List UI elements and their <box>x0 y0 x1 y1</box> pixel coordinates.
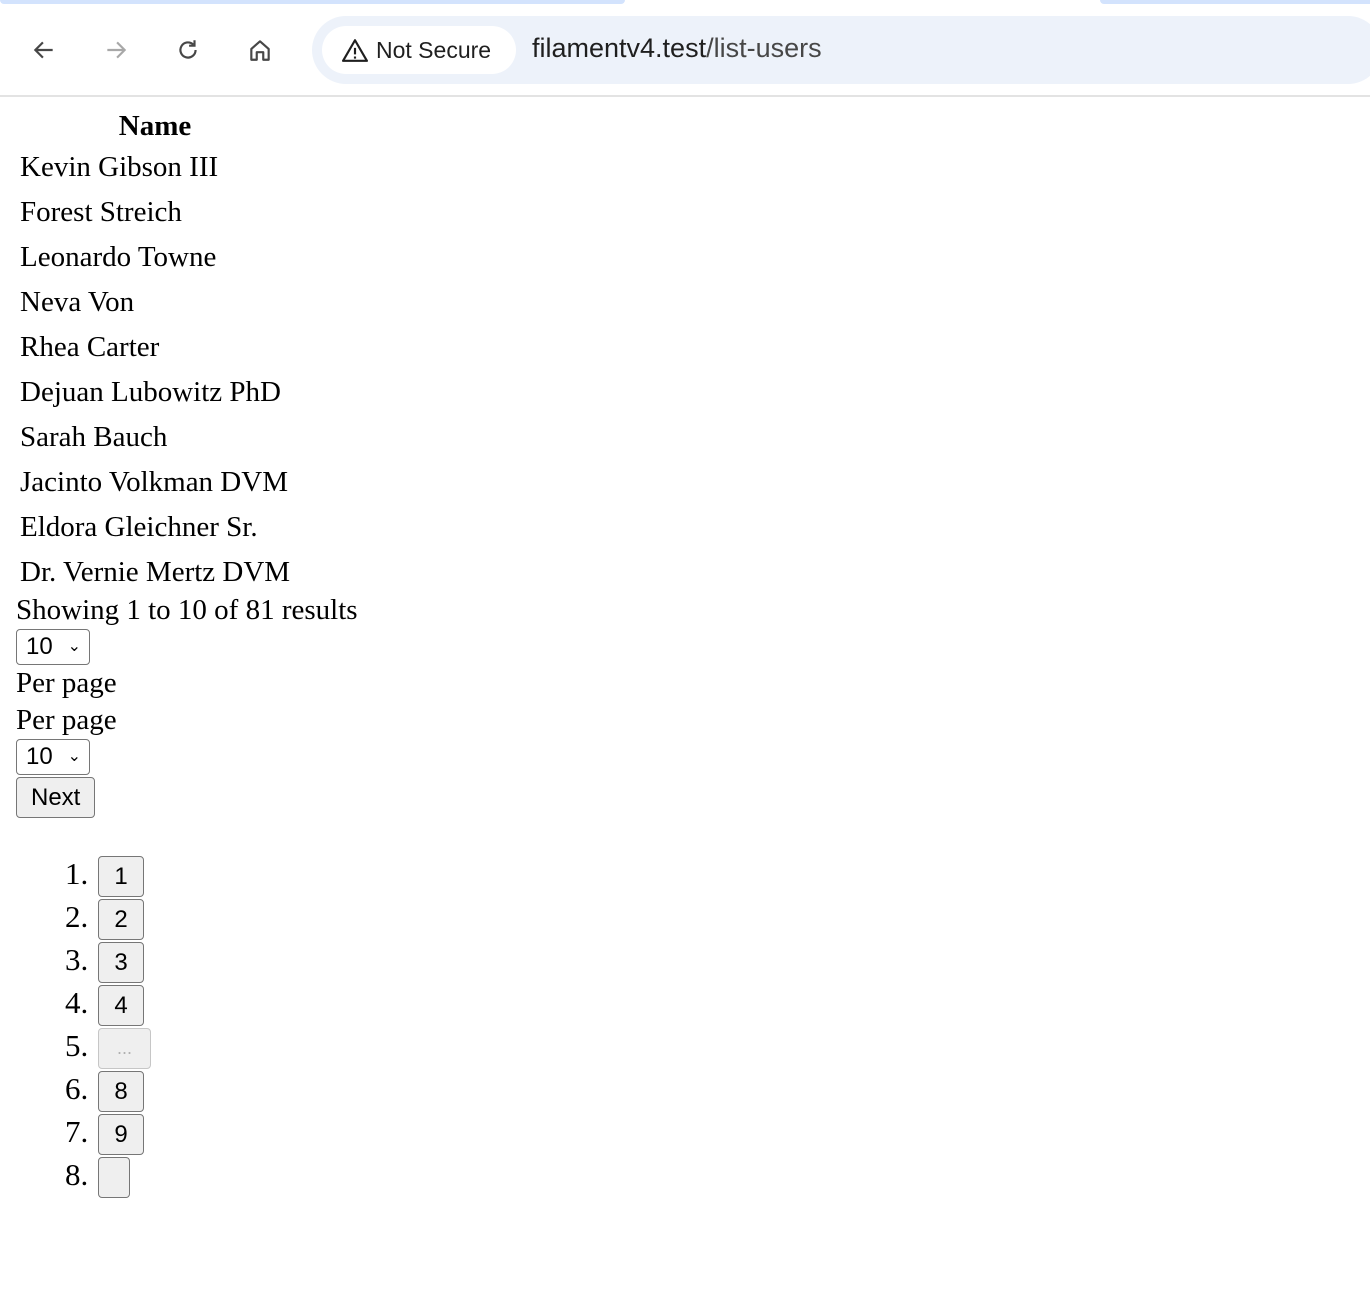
user-name: Jacinto Volkman DVM <box>20 466 288 498</box>
results-summary: Showing 1 to 10 of 81 results <box>16 594 358 626</box>
user-name: Forest Streich <box>20 196 182 228</box>
page-button-2[interactable]: 2 <box>98 899 144 941</box>
page-item: 8 <box>96 1067 358 1113</box>
url-host: filamentv4.test <box>532 33 707 63</box>
page-list: 1 2 3 4 ... 8 9 <box>16 852 358 1199</box>
page-item: 9 <box>96 1110 358 1156</box>
users-table: Name Kevin Gibson III Forest Streich Leo… <box>14 99 296 596</box>
url-path: /list-users <box>706 33 822 63</box>
warning-icon <box>342 39 368 62</box>
table-row: Dr. Vernie Mertz DVM <box>16 551 294 594</box>
per-page-label: Per page <box>16 667 117 699</box>
security-label: Not Secure <box>376 36 492 63</box>
per-page-label: Per page <box>16 704 117 736</box>
home-icon[interactable] <box>242 32 278 68</box>
column-header-name[interactable]: Name <box>16 101 294 144</box>
page-item: 2 <box>96 895 358 941</box>
table-row: Sarah Bauch <box>16 416 294 459</box>
page-button-9[interactable]: 9 <box>98 1114 144 1156</box>
browser-toolbar: Not Secure filamentv4.test/list-users <box>0 16 1370 97</box>
table-row: Leonardo Towne <box>16 236 294 279</box>
page-item: 1 <box>96 852 358 898</box>
per-page-select[interactable]: 10 ⌄ <box>16 629 90 665</box>
table-row: Dejuan Lubowitz PhD <box>16 371 294 414</box>
user-name: Neva Von <box>20 286 135 318</box>
page-ellipsis: ... <box>98 1028 151 1070</box>
table-row: Eldora Gleichner Sr. <box>16 506 294 549</box>
user-name: Rhea Carter <box>20 331 160 363</box>
url-text[interactable]: filamentv4.test/list-users <box>532 33 822 64</box>
per-page-value: 10 <box>26 633 53 660</box>
per-page-select[interactable]: 10 ⌄ <box>16 739 90 775</box>
tab-strip <box>0 0 1370 16</box>
table-row: Jacinto Volkman DVM <box>16 461 294 504</box>
site-info-button[interactable]: Not Secure <box>322 26 516 74</box>
page-item <box>96 1153 358 1199</box>
page-button-1[interactable]: 1 <box>98 856 144 898</box>
per-page-value: 10 <box>26 743 53 770</box>
next-button[interactable]: Next <box>16 777 96 818</box>
page-button-8[interactable]: 8 <box>98 1071 144 1113</box>
user-name: Leonardo Towne <box>20 241 217 273</box>
page-item: 3 <box>96 938 358 984</box>
chevron-down-icon: ⌄ <box>67 638 81 655</box>
user-name: Dejuan Lubowitz PhD <box>20 376 281 408</box>
page-content: Name Kevin Gibson III Forest Streich Leo… <box>14 99 358 1199</box>
user-name: Kevin Gibson III <box>20 151 219 183</box>
forward-icon[interactable] <box>98 32 134 68</box>
page-button-3[interactable]: 3 <box>98 942 144 984</box>
user-name: Eldora Gleichner Sr. <box>20 511 258 543</box>
reload-icon[interactable] <box>170 32 206 68</box>
page-item: ... <box>96 1024 358 1070</box>
table-row: Kevin Gibson III <box>16 146 294 189</box>
page-button-4[interactable]: 4 <box>98 985 144 1027</box>
chevron-down-icon: ⌄ <box>67 748 81 765</box>
tab-edge[interactable] <box>1100 0 1370 4</box>
table-row: Rhea Carter <box>16 326 294 369</box>
table-row: Neva Von <box>16 281 294 324</box>
user-name: Dr. Vernie Mertz DVM <box>20 556 291 588</box>
page-item: 4 <box>96 981 358 1027</box>
back-icon[interactable] <box>26 32 62 68</box>
table-row: Forest Streich <box>16 191 294 234</box>
active-tab-edge[interactable] <box>0 0 625 4</box>
address-bar[interactable]: Not Secure filamentv4.test/list-users <box>312 16 1370 84</box>
page-button-empty[interactable] <box>98 1157 130 1199</box>
user-name: Sarah Bauch <box>20 421 168 453</box>
